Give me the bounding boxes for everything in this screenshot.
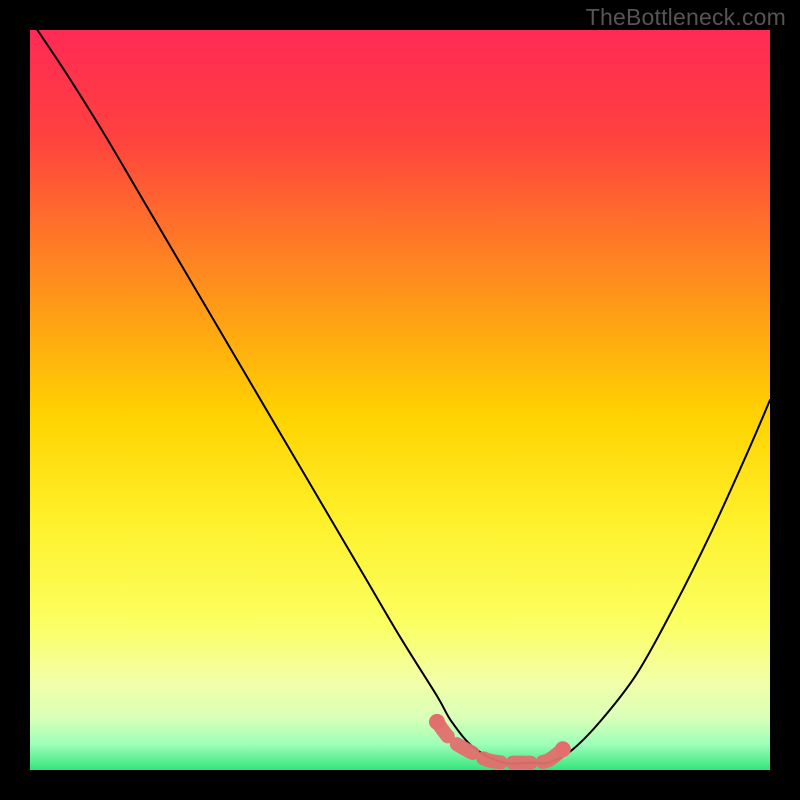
plot-area [30, 30, 770, 770]
gradient-background [30, 30, 770, 770]
chart-frame: TheBottleneck.com [0, 0, 800, 800]
bottleneck-chart [30, 30, 770, 770]
trough-end-dot [555, 741, 571, 757]
watermark-text: TheBottleneck.com [586, 4, 786, 31]
trough-end-dot [429, 714, 445, 730]
